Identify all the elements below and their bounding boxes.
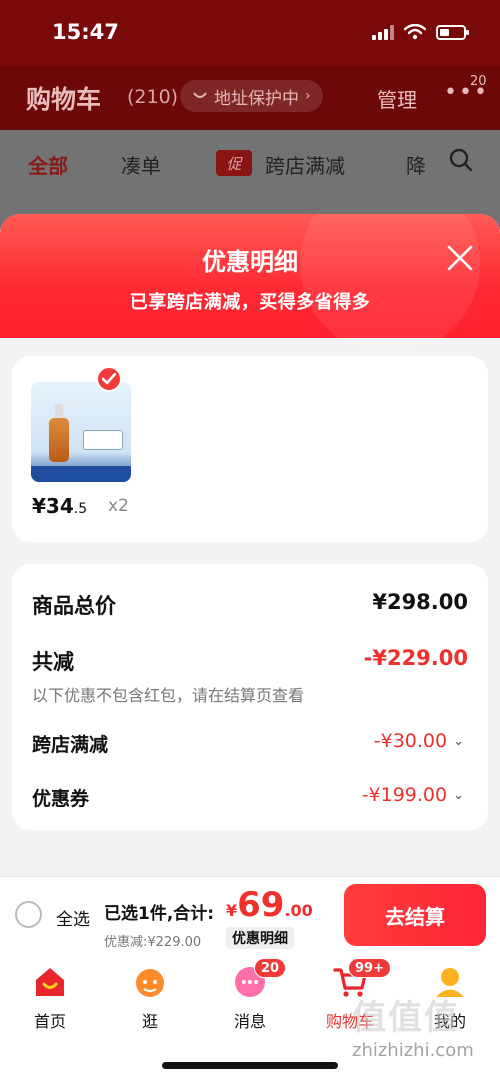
background-page: 15:47 购物车 (210) 地址保护中 › 管理 ••• 20 全部 凑单 … (0, 0, 500, 230)
cart-count: (210) (127, 86, 179, 108)
status-time: 15:47 (52, 20, 119, 44)
messages-badge: 20 (254, 958, 287, 978)
total-currency: ¥ (226, 901, 238, 920)
sheet-title: 优惠明细 (202, 248, 298, 276)
check-icon (96, 366, 122, 392)
search-icon[interactable] (449, 148, 473, 172)
home-icon (36, 968, 64, 996)
home-indicator (162, 1062, 338, 1069)
chevron-right-icon: › (305, 88, 311, 104)
promo-tag: 促 (216, 150, 252, 176)
cart-header: 购物车 (210) 地址保护中 › 管理 ••• 20 (0, 66, 500, 130)
total-reduce-value: -¥229.00 (363, 646, 468, 670)
product-price: ¥34.5 (32, 494, 87, 518)
tab-messages[interactable]: 20 消息 (200, 958, 300, 1034)
total-reduce-label: 共减 (32, 650, 74, 674)
close-icon[interactable] (444, 242, 476, 274)
product-price-decimal: .5 (73, 501, 88, 517)
chevron-down-icon: ⌄ (453, 787, 464, 803)
checkout-button[interactable]: 去结算 (344, 884, 486, 946)
sheet-subtitle: 已享跨店满减，买得多省得多 (129, 292, 371, 313)
status-bar: 15:47 (0, 0, 500, 66)
tab-home[interactable]: 首页 (0, 958, 100, 1034)
smile-icon (193, 92, 207, 98)
tab-cross-store[interactable]: 跨店满减 (265, 150, 345, 179)
cross-store-label: 跨店满减 (32, 734, 109, 756)
status-icons (372, 24, 469, 40)
select-all-checkbox[interactable] (15, 901, 42, 928)
tab-all[interactable]: 全部 (28, 150, 68, 179)
price-summary-card: 商品总价 ¥298.00 共减 -¥229.00 以下优惠不包含红包，请在结算页… (12, 564, 488, 830)
watermark-url: zhizhizhi.com (352, 1040, 474, 1061)
address-protection-label: 地址保护中 (214, 88, 299, 109)
battery-icon (436, 24, 469, 40)
total-price-label: 商品总价 (32, 594, 116, 618)
tab-browse[interactable]: 逛 (100, 958, 200, 1034)
tab-home-label: 首页 (33, 1012, 66, 1031)
address-protection-pill[interactable]: 地址保护中 › (180, 80, 323, 112)
discount-detail-sheet: 优惠明细 已享跨店满减，买得多省得多 ¥34.5 x2 商品总价 ¥298.00… (0, 214, 500, 876)
product-quantity: x2 (108, 496, 129, 516)
cross-store-row[interactable]: -¥30.00 ⌄ (374, 730, 464, 752)
tab-price-drop[interactable]: 降 (406, 150, 426, 179)
total-amount: ¥69.00 (226, 885, 313, 925)
signal-icon (372, 24, 394, 40)
discount-detail-button[interactable]: 优惠明细 (226, 927, 294, 949)
tab-bundle[interactable]: 凑单 (121, 150, 161, 179)
chevron-down-icon: ⌄ (453, 733, 464, 749)
cross-store-value: -¥30.00 (373, 730, 448, 752)
product-image[interactable] (31, 382, 131, 482)
watermark-logo: 值值值 (352, 998, 460, 1038)
discount-note: 以下优惠不包含红包，请在结算页查看 (32, 686, 305, 705)
discount-total: 优惠减:¥229.00 (104, 935, 202, 950)
settlement-bar: 全选 已选1件,合计: ¥69.00 优惠减:¥229.00 优惠明细 去结算 (0, 876, 500, 952)
browse-mascot-icon (136, 969, 164, 997)
product-card: ¥34.5 x2 (12, 356, 488, 542)
wifi-icon (404, 24, 426, 40)
manage-button[interactable]: 管理 (377, 84, 417, 113)
coupon-value: -¥199.00 (361, 784, 448, 806)
cart-title: 购物车 (26, 85, 102, 114)
total-price-value: ¥298.00 (372, 590, 468, 614)
coupon-label: 优惠券 (32, 788, 90, 810)
product-price-main: ¥34 (32, 494, 74, 518)
total-decimal: .00 (284, 901, 313, 920)
more-badge: 20 (470, 74, 487, 89)
total-integer: 69 (237, 885, 285, 925)
tab-messages-label: 消息 (233, 1012, 266, 1031)
coupon-row[interactable]: -¥199.00 ⌄ (362, 784, 464, 806)
tab-browse-label: 逛 (141, 1012, 158, 1031)
sheet-header: 优惠明细 已享跨店满减，买得多省得多 (0, 214, 500, 354)
selected-summary: 已选1件,合计: (104, 904, 215, 924)
select-all-label[interactable]: 全选 (56, 905, 90, 930)
cart-badge: 99+ (348, 958, 391, 978)
